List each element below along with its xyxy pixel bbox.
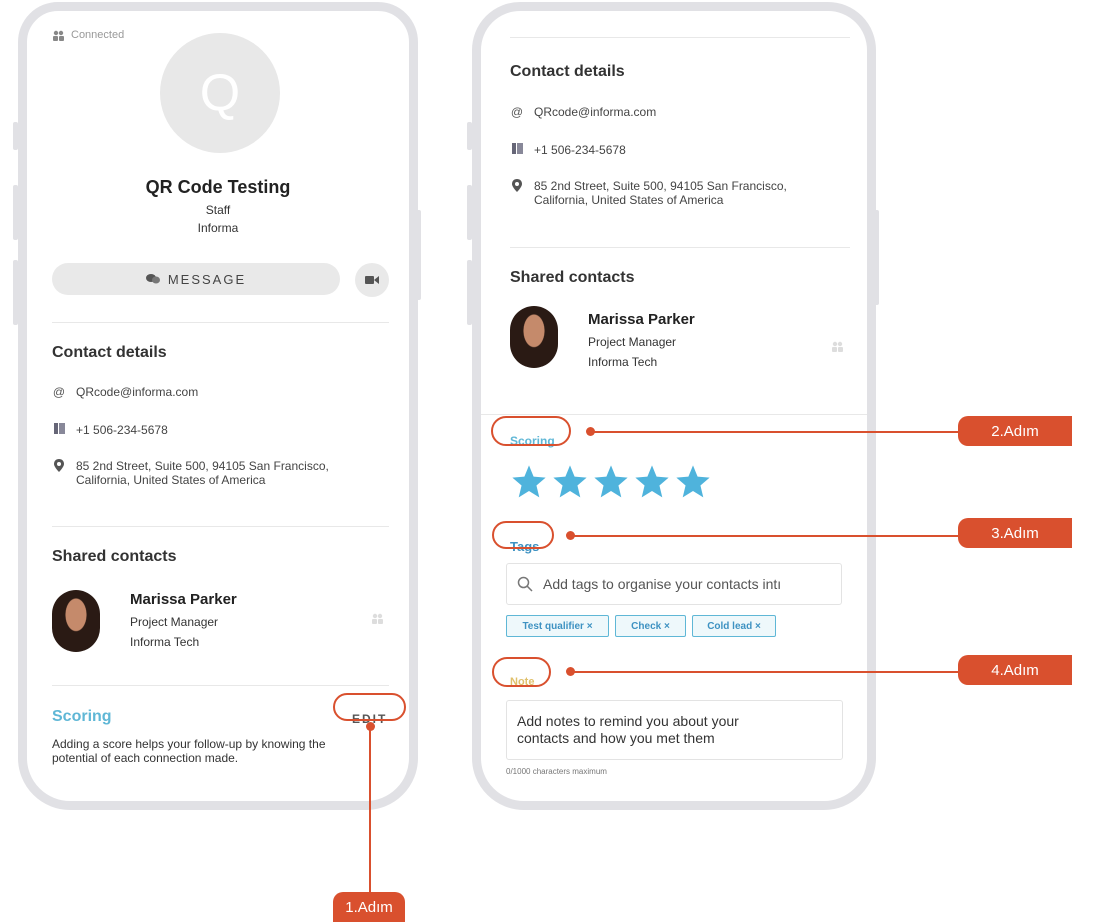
address-row[interactable]: 85 2nd Street, Suite 500, 94105 San Fran…	[510, 179, 787, 207]
step-1-label: 1.Adım	[333, 892, 405, 922]
phone-row[interactable]: +1 506-234-5678	[510, 143, 626, 157]
address-line-1: 85 2nd Street, Suite 500, 94105 San Fran…	[534, 179, 787, 193]
star-rating[interactable]	[510, 463, 712, 501]
star-icon[interactable]	[510, 463, 548, 501]
status-text: Connected	[71, 29, 125, 41]
avatar-initial: Q	[199, 64, 241, 122]
callout-line	[570, 535, 960, 537]
shared-contact-company: Informa Tech	[130, 635, 200, 649]
star-icon[interactable]	[674, 463, 712, 501]
tag-chip-label: Test qualifier ×	[522, 620, 593, 632]
search-icon	[517, 576, 533, 592]
divider	[510, 37, 850, 38]
phone-text: +1 506-234-5678	[76, 423, 168, 437]
scoring-title: Scoring	[52, 708, 112, 725]
step-4-label: 4.Adım	[958, 655, 1072, 685]
address-row[interactable]: 85 2nd Street, Suite 500, 94105 San Fran…	[52, 459, 329, 487]
shared-contacts-title: Shared contacts	[52, 548, 177, 565]
contact-details-title: Contact details	[52, 344, 167, 361]
email-row[interactable]: @ QRcode@informa.com	[510, 105, 656, 119]
email-text: QRcode@informa.com	[76, 385, 199, 399]
video-call-button[interactable]	[355, 263, 389, 297]
email-row[interactable]: @ QRcode@informa.com	[52, 385, 198, 399]
divider	[510, 247, 850, 248]
avatar: Q	[160, 33, 280, 153]
shared-contact-company: Informa Tech	[588, 355, 658, 369]
people-icon	[372, 613, 383, 624]
at-icon: @	[52, 385, 66, 399]
tags-search-placeholder: Add tags to organise your contacts intı	[543, 576, 782, 592]
callout-line	[369, 727, 371, 892]
phone-text: +1 506-234-5678	[534, 143, 626, 157]
divider	[52, 685, 389, 686]
address-line-2: California, United States of America	[534, 193, 724, 207]
profile-name: QR Code Testing	[145, 177, 291, 197]
contact-photo[interactable]	[510, 306, 558, 368]
location-pin-icon	[52, 459, 66, 475]
shared-contact-name[interactable]: Marissa Parker	[130, 591, 237, 608]
profile-role: Staff	[205, 203, 231, 217]
divider	[52, 526, 389, 527]
chat-icon	[145, 274, 160, 284]
people-icon	[53, 30, 64, 41]
contact-details-title: Contact details	[510, 63, 625, 80]
tag-chip[interactable]: Test qualifier ×	[506, 615, 609, 637]
shared-contact-role: Project Manager	[130, 615, 219, 629]
people-icon	[832, 341, 843, 352]
tags-highlight-ring	[492, 521, 554, 549]
shared-contacts-title: Shared contacts	[510, 269, 635, 286]
edit-highlight-ring	[333, 693, 406, 721]
divider	[481, 414, 867, 415]
profile-company: Informa	[197, 221, 239, 235]
star-icon[interactable]	[551, 463, 589, 501]
video-camera-icon	[365, 276, 379, 284]
tag-chip[interactable]: Cold lead ×	[692, 615, 776, 637]
scoring-description: Adding a score helps your follow-up by k…	[52, 737, 397, 765]
shared-contact-role: Project Manager	[588, 335, 677, 349]
tag-chip[interactable]: Check ×	[615, 615, 686, 637]
star-icon[interactable]	[633, 463, 671, 501]
contact-photo[interactable]	[52, 590, 100, 652]
tags-search-input[interactable]: Add tags to organise your contacts intı	[506, 563, 842, 605]
at-icon: @	[510, 105, 524, 119]
phone-icon	[52, 423, 66, 437]
callout-line	[570, 671, 960, 673]
step-3-label: 3.Adım	[958, 518, 1072, 548]
phone-icon	[510, 143, 524, 157]
message-button[interactable]: MESSAGE	[52, 263, 340, 295]
connection-status: Connected	[52, 29, 124, 41]
tag-chip-label: Check ×	[631, 620, 670, 632]
address-line-1: 85 2nd Street, Suite 500, 94105 San Fran…	[76, 459, 329, 473]
shared-contact-name[interactable]: Marissa Parker	[588, 311, 695, 328]
address-line-2: California, United States of America	[76, 473, 266, 487]
star-icon[interactable]	[592, 463, 630, 501]
note-placeholder-line-1: Add notes to remind you about your	[517, 713, 739, 729]
scoring-description-line-2: potential of each connection made.	[52, 751, 239, 765]
email-text: QRcode@informa.com	[534, 105, 657, 119]
phone-left: Connected Q QR Code Testing Staff Inform…	[18, 2, 418, 810]
divider	[52, 322, 389, 323]
phone-right: Contact details @ QRcode@informa.com +1 …	[472, 2, 876, 810]
scoring-highlight-ring	[491, 416, 571, 446]
message-button-label: MESSAGE	[167, 271, 247, 287]
tag-chip-label: Cold lead ×	[707, 620, 761, 632]
note-highlight-ring	[492, 657, 551, 687]
location-pin-icon	[510, 179, 524, 195]
callout-line	[590, 431, 960, 433]
phone-row[interactable]: +1 506-234-5678	[52, 423, 168, 437]
scoring-description-line-1: Adding a score helps your follow-up by k…	[52, 737, 326, 751]
note-char-count: 0/1000 characters maximum	[506, 767, 607, 776]
step-2-label: 2.Adım	[958, 416, 1072, 446]
note-textarea[interactable]: Add notes to remind you about your conta…	[506, 700, 843, 760]
note-placeholder-line-2: contacts and how you met them	[517, 730, 715, 746]
